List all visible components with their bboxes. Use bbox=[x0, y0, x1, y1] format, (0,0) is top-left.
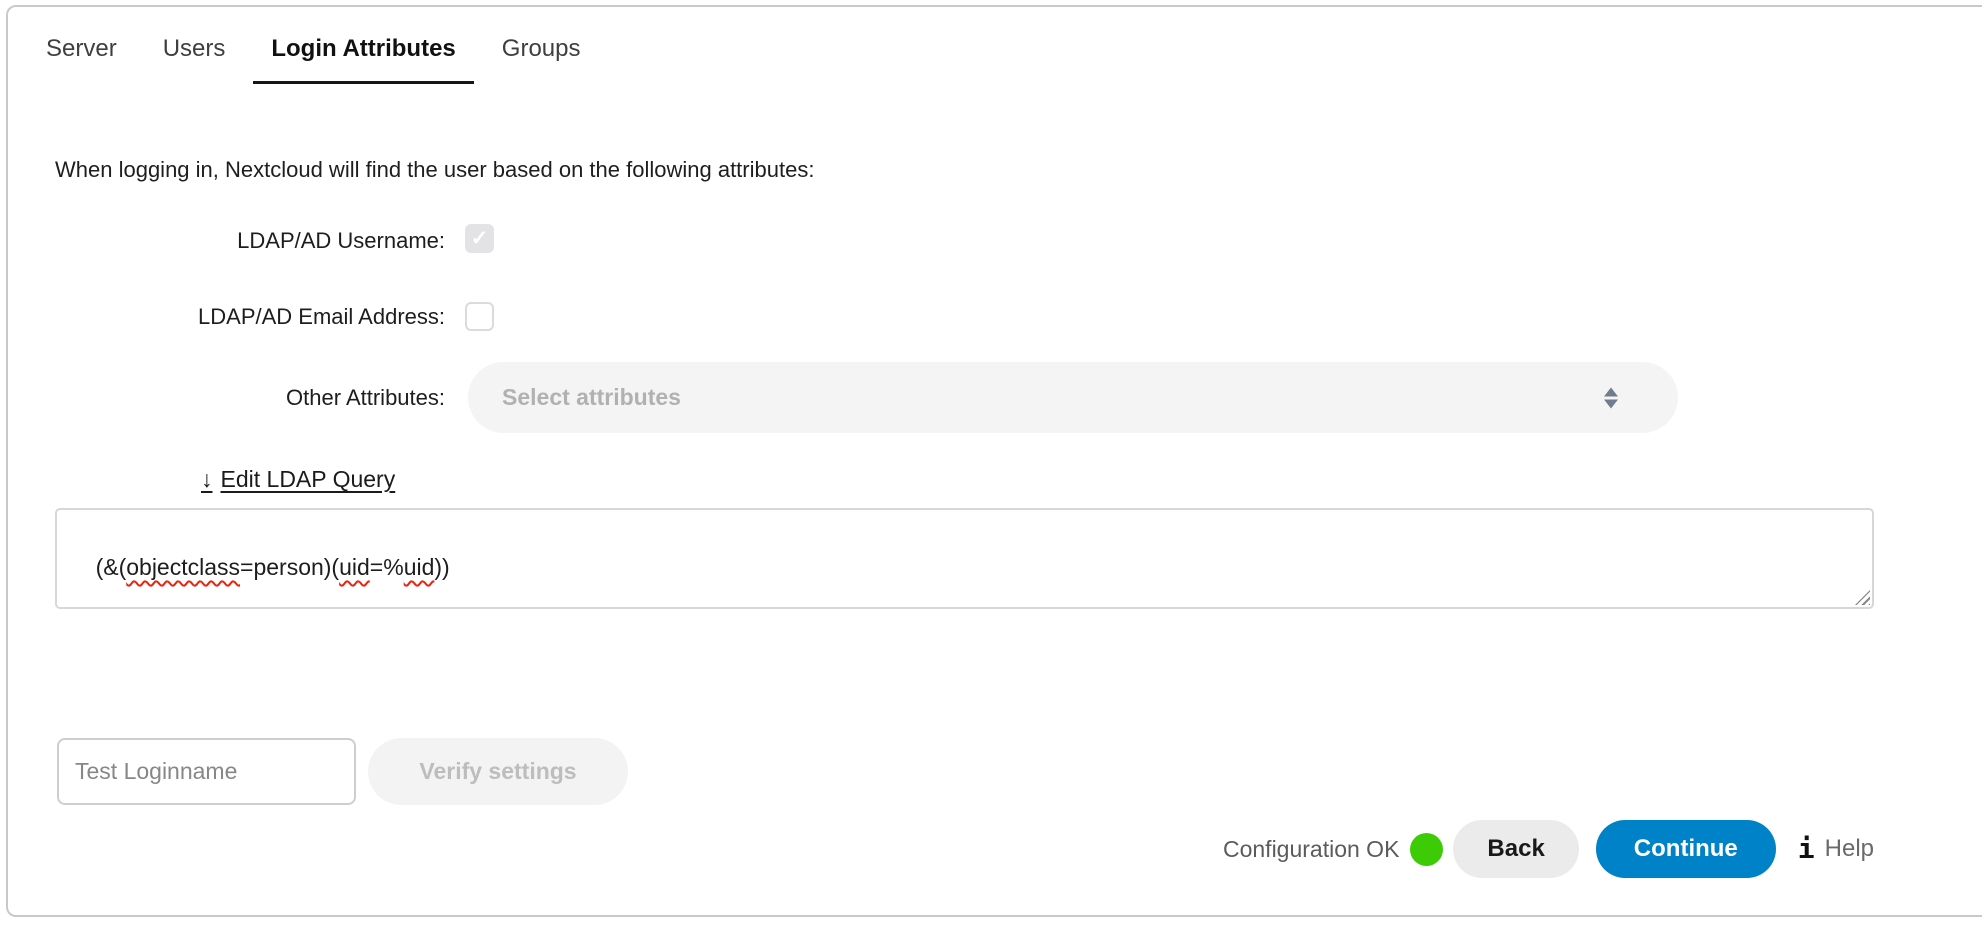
select-placeholder: Select attributes bbox=[502, 384, 681, 411]
tab-login-attributes[interactable]: Login Attributes bbox=[253, 33, 473, 84]
help-label: Help bbox=[1825, 835, 1874, 863]
verify-settings-button[interactable]: Verify settings bbox=[368, 738, 628, 805]
tab-groups[interactable]: Groups bbox=[484, 33, 599, 84]
sort-arrows-icon bbox=[1604, 387, 1618, 408]
footer-bar: Configuration OK Back Continue i Help bbox=[1108, 820, 1874, 878]
other-attributes-label: Other Attributes: bbox=[8, 385, 445, 411]
continue-button[interactable]: Continue bbox=[1596, 820, 1776, 878]
ldap-wizard-panel: Server Users Login Attributes Groups Whe… bbox=[6, 5, 1982, 917]
tab-users[interactable]: Users bbox=[145, 33, 244, 84]
tab-server[interactable]: Server bbox=[28, 33, 135, 84]
edit-ldap-query-label: Edit LDAP Query bbox=[221, 466, 396, 492]
checkmark-icon: ✓ bbox=[471, 228, 489, 249]
intro-text: When logging in, Nextcloud will find the… bbox=[55, 157, 814, 183]
tab-bar: Server Users Login Attributes Groups bbox=[28, 33, 598, 84]
test-loginname-input[interactable] bbox=[57, 738, 356, 805]
status-dot bbox=[1410, 833, 1443, 866]
resize-grip-icon[interactable] bbox=[1855, 590, 1870, 605]
other-attributes-select[interactable]: Select attributes bbox=[468, 362, 1678, 433]
username-label: LDAP/AD Username: bbox=[8, 228, 445, 254]
email-label: LDAP/AD Email Address: bbox=[8, 304, 445, 330]
username-checkbox[interactable]: ✓ bbox=[465, 224, 494, 253]
info-icon: i bbox=[1798, 835, 1815, 863]
back-button[interactable]: Back bbox=[1453, 820, 1578, 878]
ldap-query-textarea[interactable]: (&(objectclass=person)(uid=%uid)) bbox=[55, 508, 1874, 609]
email-checkbox[interactable] bbox=[465, 302, 494, 331]
help-link[interactable]: i Help bbox=[1798, 835, 1874, 863]
edit-ldap-query-link[interactable]: ↓ Edit LDAP Query bbox=[201, 466, 395, 493]
arrow-down-icon: ↓ bbox=[201, 466, 213, 492]
ldap-query-text: (&(objectclass=person)(uid=%uid)) bbox=[96, 554, 450, 580]
configuration-status-text: Configuration OK bbox=[1223, 836, 1399, 863]
